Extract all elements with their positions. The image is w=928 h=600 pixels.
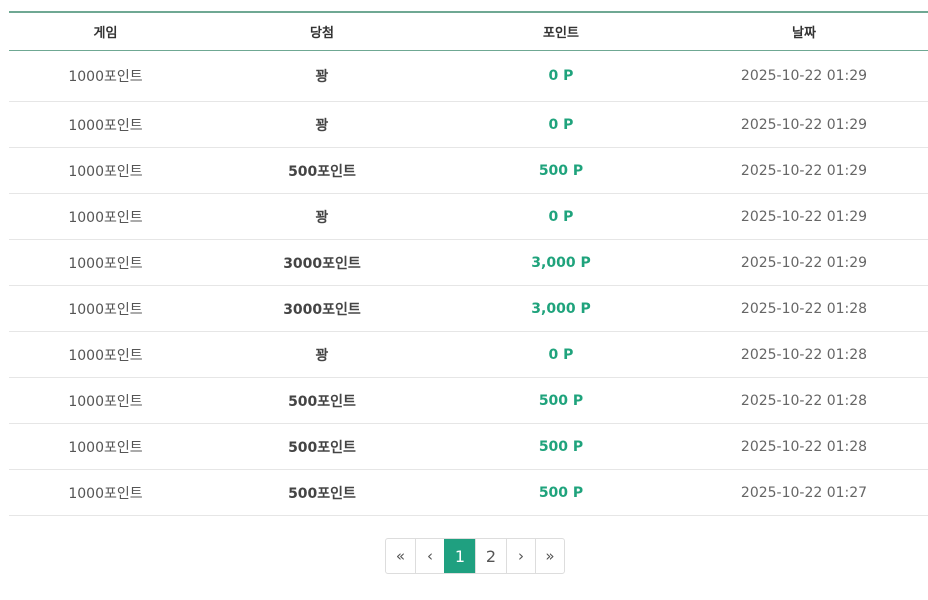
last-page-button[interactable]: » — [535, 539, 564, 573]
cell-points: 500 P — [442, 423, 680, 470]
cell-game: 1000포인트 — [9, 50, 202, 102]
cell-date: 2025-10-22 01:28 — [680, 423, 928, 470]
cell-date: 2025-10-22 01:29 — [680, 193, 928, 240]
cell-date: 2025-10-22 01:27 — [680, 469, 928, 516]
cell-prize: 500포인트 — [202, 469, 442, 516]
cell-prize: 꽝 — [202, 101, 442, 148]
cell-points: 500 P — [442, 469, 680, 516]
cell-game: 1000포인트 — [9, 193, 202, 240]
cell-game: 1000포인트 — [9, 331, 202, 378]
column-header-points: 포인트 — [442, 12, 680, 51]
cell-date: 2025-10-22 01:29 — [680, 239, 928, 286]
cell-date: 2025-10-22 01:29 — [680, 101, 928, 148]
table-row: 1000포인트 500포인트 500 P 2025-10-22 01:29 — [9, 147, 928, 194]
table-row: 1000포인트 500포인트 500 P 2025-10-22 01:28 — [9, 423, 928, 470]
column-header-game: 게임 — [9, 12, 202, 51]
cell-date: 2025-10-22 01:28 — [680, 377, 928, 424]
cell-points: 3,000 P — [442, 285, 680, 332]
column-header-date: 날짜 — [680, 12, 928, 51]
table-row: 1000포인트 꽝 0 P 2025-10-22 01:29 — [9, 101, 928, 148]
cell-prize: 3000포인트 — [202, 239, 442, 286]
cell-points: 3,000 P — [442, 239, 680, 286]
cell-points: 500 P — [442, 377, 680, 424]
table-header-row: 게임 당첨 포인트 날짜 — [9, 12, 928, 51]
cell-points: 0 P — [442, 50, 680, 102]
prev-page-button[interactable]: ‹ — [415, 539, 444, 573]
table-row: 1000포인트 3000포인트 3,000 P 2025-10-22 01:29 — [9, 239, 928, 286]
first-page-button[interactable]: « — [386, 539, 415, 573]
cell-prize: 500포인트 — [202, 377, 442, 424]
cell-points: 0 P — [442, 193, 680, 240]
cell-date: 2025-10-22 01:29 — [680, 50, 928, 102]
cell-points: 0 P — [442, 331, 680, 378]
cell-game: 1000포인트 — [9, 101, 202, 148]
table-row: 1000포인트 꽝 0 P 2025-10-22 01:29 — [9, 50, 928, 102]
pagination: « ‹ 1 2 › » — [385, 538, 565, 574]
cell-points: 500 P — [442, 147, 680, 194]
cell-prize: 꽝 — [202, 331, 442, 378]
cell-date: 2025-10-22 01:28 — [680, 331, 928, 378]
cell-game: 1000포인트 — [9, 239, 202, 286]
cell-game: 1000포인트 — [9, 423, 202, 470]
page-2-button[interactable]: 2 — [475, 539, 506, 573]
cell-prize: 꽝 — [202, 193, 442, 240]
game-history-table: 게임 당첨 포인트 날짜 1000포인트 꽝 0 P 2025-10-22 01… — [9, 11, 928, 516]
cell-game: 1000포인트 — [9, 469, 202, 516]
cell-prize: 500포인트 — [202, 423, 442, 470]
page-1-button[interactable]: 1 — [444, 539, 475, 573]
table-row: 1000포인트 500포인트 500 P 2025-10-22 01:27 — [9, 469, 928, 516]
table-row: 1000포인트 500포인트 500 P 2025-10-22 01:28 — [9, 377, 928, 424]
cell-game: 1000포인트 — [9, 377, 202, 424]
table-row: 1000포인트 3000포인트 3,000 P 2025-10-22 01:28 — [9, 285, 928, 332]
cell-date: 2025-10-22 01:29 — [680, 147, 928, 194]
cell-prize: 500포인트 — [202, 147, 442, 194]
table-row: 1000포인트 꽝 0 P 2025-10-22 01:28 — [9, 331, 928, 378]
table-body: 1000포인트 꽝 0 P 2025-10-22 01:29 1000포인트 꽝… — [9, 50, 928, 516]
cell-prize: 꽝 — [202, 50, 442, 102]
game-history-panel: 게임 당첨 포인트 날짜 1000포인트 꽝 0 P 2025-10-22 01… — [9, 11, 928, 516]
cell-game: 1000포인트 — [9, 285, 202, 332]
table-row: 1000포인트 꽝 0 P 2025-10-22 01:29 — [9, 193, 928, 240]
column-header-prize: 당첨 — [202, 12, 442, 51]
cell-game: 1000포인트 — [9, 147, 202, 194]
cell-date: 2025-10-22 01:28 — [680, 285, 928, 332]
cell-prize: 3000포인트 — [202, 285, 442, 332]
cell-points: 0 P — [442, 101, 680, 148]
next-page-button[interactable]: › — [506, 539, 535, 573]
